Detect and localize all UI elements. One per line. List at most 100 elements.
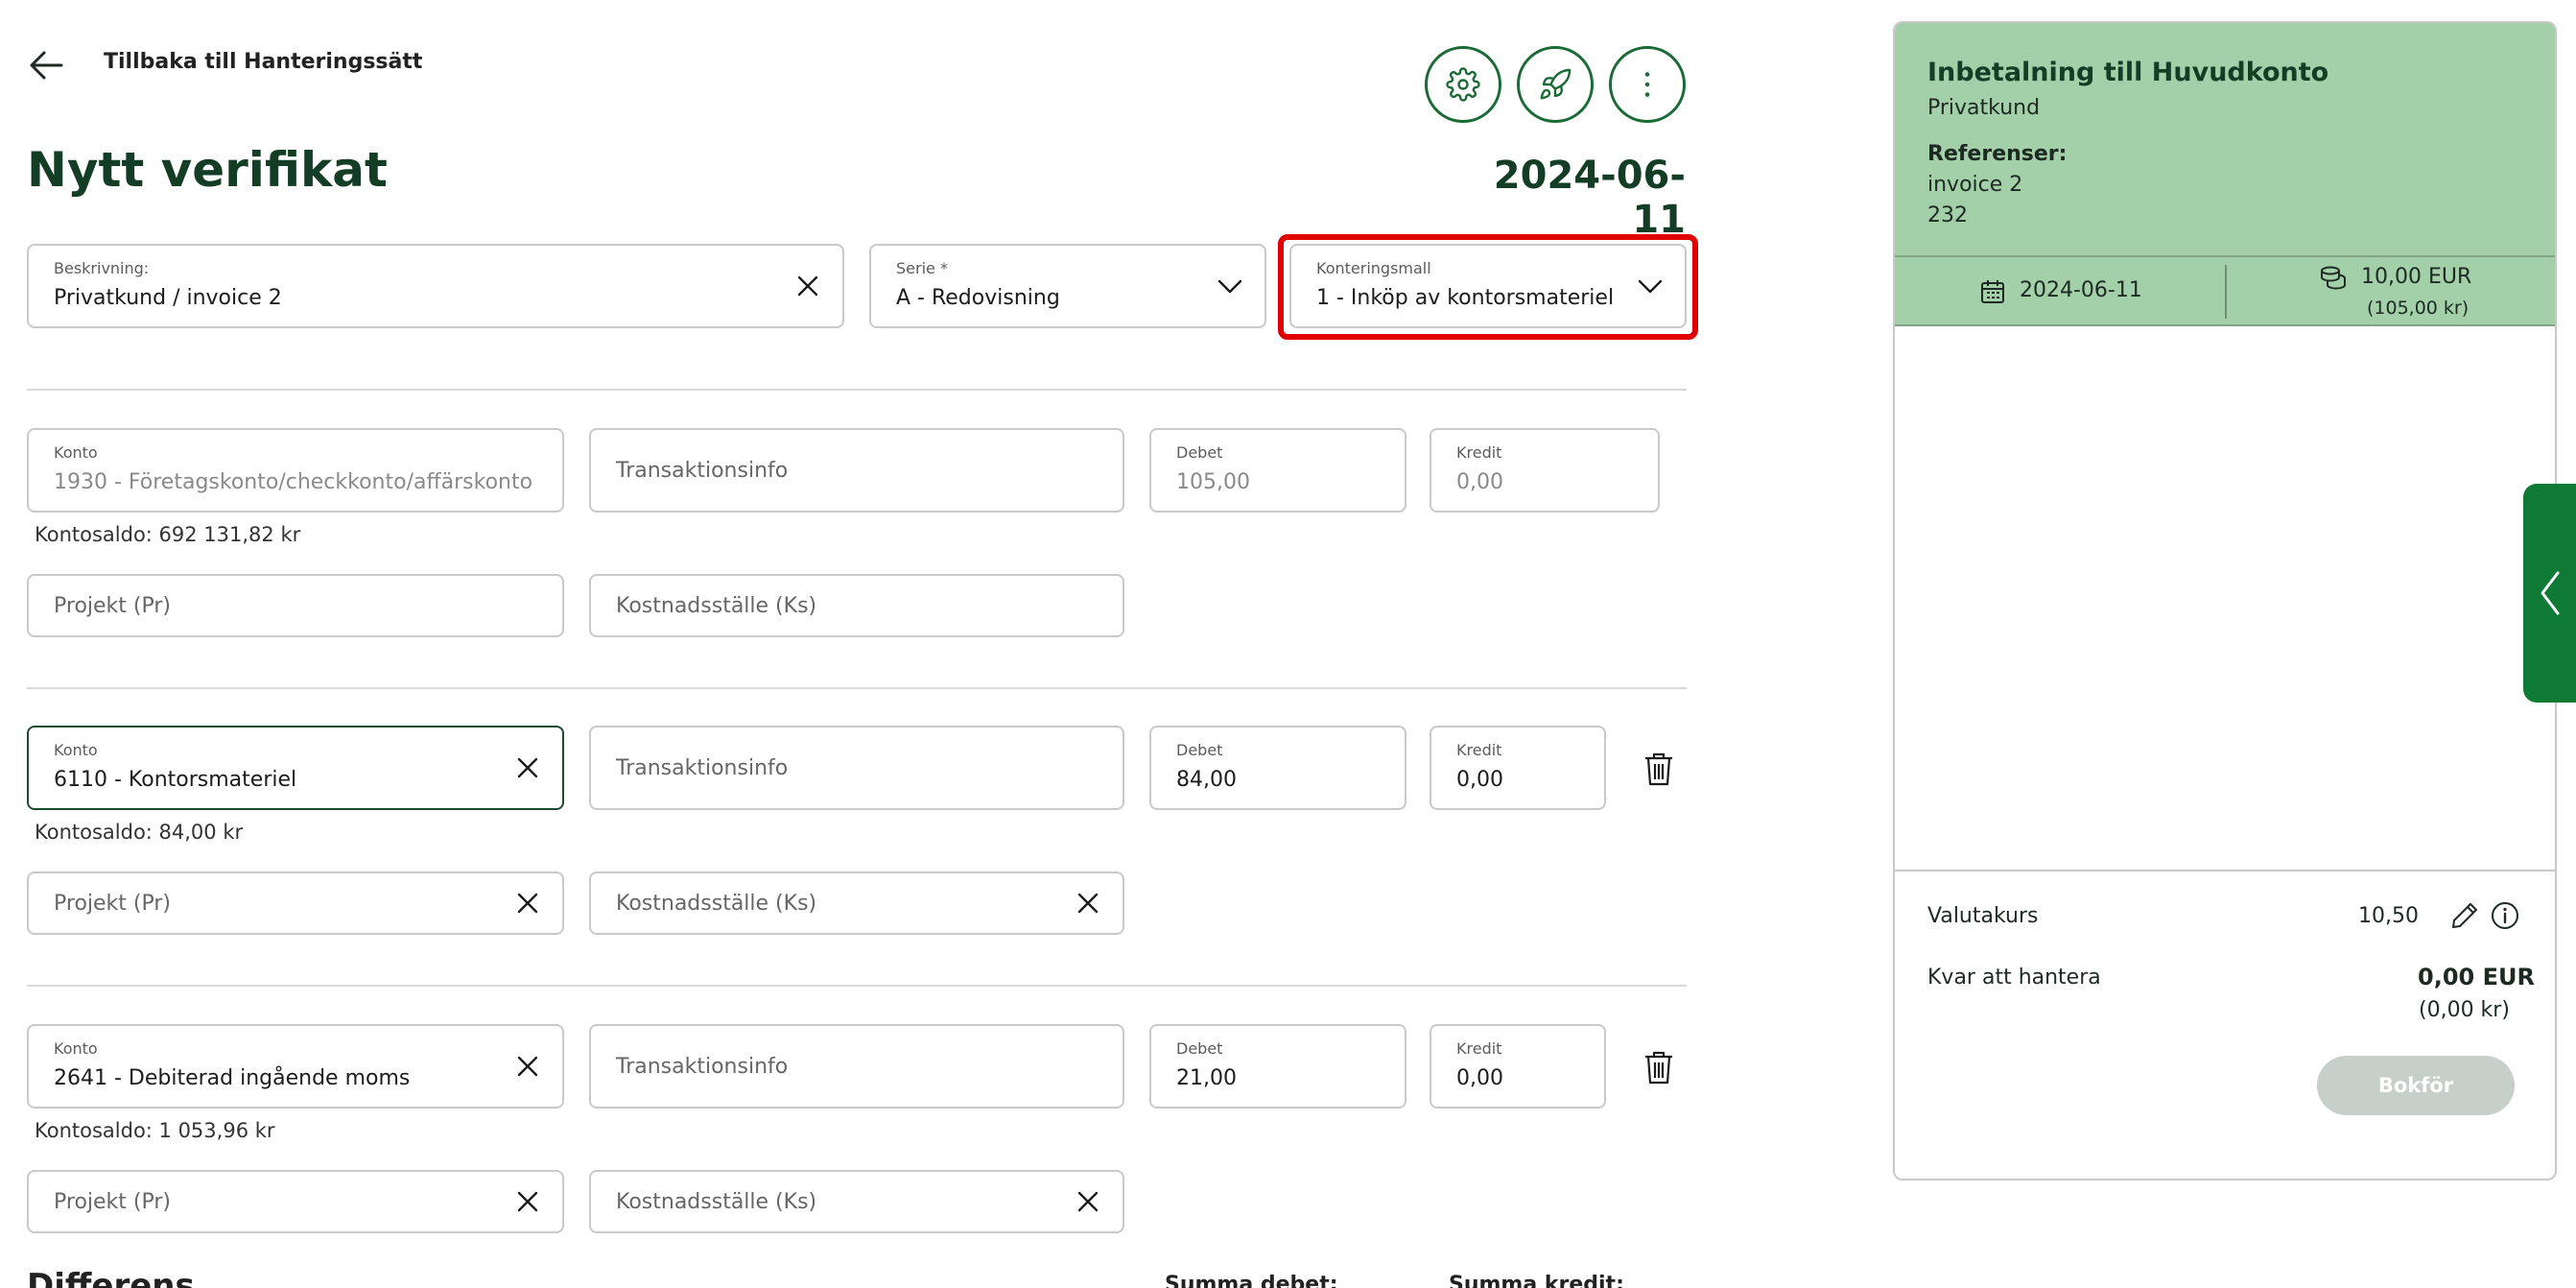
trash-icon[interactable]	[1642, 751, 1675, 787]
arrow-left-icon[interactable]	[27, 46, 65, 84]
bokfor-button[interactable]: Bokför	[2317, 1056, 2515, 1115]
konto-label: Konto	[54, 443, 98, 462]
transaktionsinfo-input[interactable]: Transaktionsinfo	[589, 1024, 1124, 1109]
serie-label: Serie *	[896, 259, 948, 277]
divider	[27, 389, 1687, 391]
debet-label: Debet	[1176, 1039, 1223, 1058]
kredit-label: Kredit	[1456, 443, 1502, 462]
reference-item: invoice 2	[1927, 173, 2023, 197]
kostnadsstalle-placeholder: Kostnadsställe (Ks)	[616, 1189, 817, 1214]
panel-date: 2024-06-11	[2020, 278, 2142, 302]
konto-field[interactable]: Konto 1930 - Företagskonto/checkkonto/af…	[27, 428, 564, 513]
close-icon[interactable]	[514, 754, 541, 781]
beskrivning-value: Privatkund / invoice 2	[54, 286, 282, 310]
band-separator	[2225, 265, 2227, 319]
debet-value: 84,00	[1176, 768, 1237, 792]
kredit-value: 0,00	[1456, 1066, 1503, 1090]
konto-label: Konto	[54, 741, 98, 759]
kredit-value: 0,00	[1456, 470, 1503, 494]
serie-value: A - Redovisning	[896, 286, 1060, 310]
rocket-button[interactable]	[1517, 46, 1594, 123]
divider	[27, 687, 1687, 689]
kvar-label: Kvar att hantera	[1927, 966, 2101, 990]
kontosaldo: Kontosaldo: 692 131,82 kr	[35, 523, 301, 546]
summa-kredit-label: Summa kredit:	[1449, 1273, 1624, 1288]
debet-label: Debet	[1176, 741, 1223, 759]
transaktionsinfo-placeholder: Transaktionsinfo	[616, 458, 789, 483]
projekt-input[interactable]: Projekt (Pr)	[27, 871, 564, 935]
kostnadsstalle-input[interactable]: Kostnadsställe (Ks)	[589, 1170, 1124, 1233]
back-link[interactable]: Tillbaka till Hanteringssätt	[104, 50, 422, 74]
chevron-left-icon	[2541, 571, 2559, 615]
page-title: Nytt verifikat	[27, 142, 388, 198]
kostnadsstalle-placeholder: Kostnadsställe (Ks)	[616, 593, 817, 618]
chevron-down-icon	[1217, 279, 1242, 294]
kredit-input[interactable]: Kredit 0,00	[1430, 428, 1660, 513]
differens-heading: Differens	[27, 1267, 195, 1288]
panel-toggle-tab[interactable]	[2523, 484, 2576, 703]
kostnadsstalle-placeholder: Kostnadsställe (Ks)	[616, 891, 817, 916]
konto-label: Konto	[54, 1039, 98, 1058]
transaktionsinfo-input[interactable]: Transaktionsinfo	[589, 428, 1124, 513]
pencil-icon[interactable]	[2449, 900, 2480, 931]
settings-button[interactable]	[1425, 46, 1501, 123]
kredit-label: Kredit	[1456, 741, 1502, 759]
debet-value: 105,00	[1176, 470, 1250, 494]
debet-input[interactable]: Debet 21,00	[1149, 1024, 1406, 1109]
close-icon[interactable]	[794, 273, 821, 299]
calendar-icon	[1981, 280, 2004, 303]
debet-value: 21,00	[1176, 1066, 1237, 1090]
panel-divider	[1895, 870, 2555, 871]
kredit-input[interactable]: Kredit 0,00	[1430, 726, 1606, 810]
projekt-input[interactable]: Projekt (Pr)	[27, 574, 564, 637]
reference-item: 232	[1927, 203, 1968, 227]
projekt-placeholder: Projekt (Pr)	[54, 593, 171, 618]
close-icon[interactable]	[514, 1053, 541, 1080]
panel-header: Inbetalning till Huvudkonto Privatkund R…	[1895, 23, 2555, 257]
kostnadsstalle-input[interactable]: Kostnadsställe (Ks)	[589, 871, 1124, 935]
divider	[27, 985, 1687, 987]
coins-icon	[2321, 266, 2346, 290]
close-icon[interactable]	[514, 890, 541, 917]
kvar-value: 0,00 EUR	[2418, 964, 2535, 990]
references-label: Referenser:	[1927, 142, 2068, 166]
kredit-value: 0,00	[1456, 768, 1503, 792]
panel-amount: 10,00 EUR	[2361, 265, 2472, 289]
more-vertical-icon	[1644, 72, 1650, 97]
valutakurs-value: 10,50	[2358, 904, 2419, 928]
projekt-input[interactable]: Projekt (Pr)	[27, 1170, 564, 1233]
more-button[interactable]	[1609, 46, 1686, 123]
transaktionsinfo-placeholder: Transaktionsinfo	[616, 755, 789, 780]
transaktionsinfo-input[interactable]: Transaktionsinfo	[589, 726, 1124, 810]
transaction-panel: Inbetalning till Huvudkonto Privatkund R…	[1893, 21, 2557, 1181]
serie-select[interactable]: Serie * A - Redovisning	[869, 244, 1266, 328]
close-icon[interactable]	[514, 1188, 541, 1215]
close-icon[interactable]	[1075, 1188, 1101, 1215]
kontosaldo: Kontosaldo: 1 053,96 kr	[35, 1119, 275, 1142]
kredit-input[interactable]: Kredit 0,00	[1430, 1024, 1606, 1109]
trash-icon[interactable]	[1642, 1049, 1675, 1085]
gear-icon	[1446, 67, 1480, 102]
debet-label: Debet	[1176, 443, 1223, 462]
konto-field[interactable]: Konto 2641 - Debiterad ingående moms	[27, 1024, 564, 1109]
panel-subtitle: Privatkund	[1927, 96, 2041, 120]
konto-value: 6110 - Kontorsmateriel	[54, 768, 297, 792]
kredit-label: Kredit	[1456, 1039, 1502, 1058]
konto-field[interactable]: Konto 6110 - Kontorsmateriel	[27, 726, 564, 810]
panel-title: Inbetalning till Huvudkonto	[1927, 58, 2329, 87]
debet-input[interactable]: Debet 105,00	[1149, 428, 1406, 513]
kostnadsstalle-input[interactable]: Kostnadsställe (Ks)	[589, 574, 1124, 637]
panel-amount-sek: (105,00 kr)	[2367, 298, 2470, 319]
beskrivning-field[interactable]: Beskrivning: Privatkund / invoice 2	[27, 244, 844, 328]
beskrivning-label: Beskrivning:	[54, 259, 150, 277]
info-icon[interactable]	[2490, 900, 2520, 931]
konto-value: 1930 - Företagskonto/checkkonto/affärsko…	[54, 470, 533, 494]
debet-input[interactable]: Debet 84,00	[1149, 726, 1406, 810]
summa-debet-label: Summa debet:	[1165, 1273, 1338, 1288]
rocket-icon	[1540, 68, 1572, 100]
transaktionsinfo-placeholder: Transaktionsinfo	[616, 1054, 789, 1079]
projekt-placeholder: Projekt (Pr)	[54, 891, 171, 916]
close-icon[interactable]	[1075, 890, 1101, 917]
panel-summary-band: 2024-06-11 10,00 EUR (105,00 kr)	[1895, 257, 2555, 326]
kvar-value-sek: (0,00 kr)	[2419, 998, 2510, 1022]
